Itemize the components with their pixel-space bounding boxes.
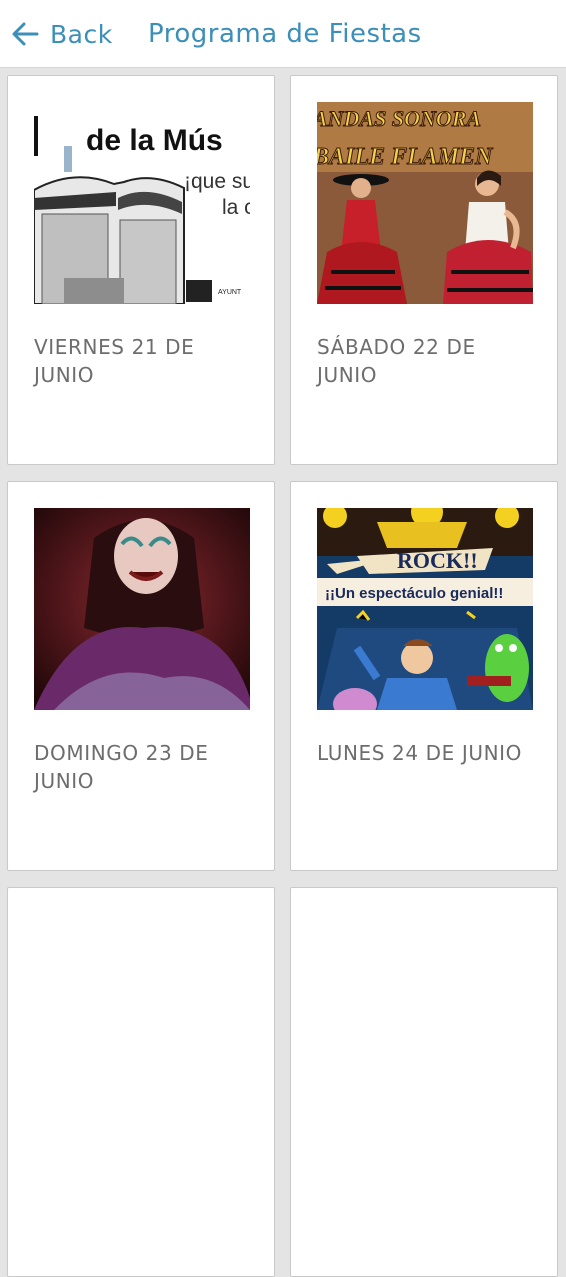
program-card-next[interactable] xyxy=(7,887,275,1277)
app-header: Back Programa de Fiestas xyxy=(0,0,566,68)
poster-image xyxy=(34,508,250,710)
program-card-sabado[interactable]: ANDAS SONORA BAILE FLAMEN SÁBADO 22 DE J… xyxy=(290,75,558,465)
card-date-label: VIERNES 21 DE JUNIO xyxy=(34,335,195,387)
program-card-viernes[interactable]: de la Mús ¡que su la c AYUNT VIERNES 21 … xyxy=(7,75,275,465)
card-date-label: LUNES 24 DE JUNIO xyxy=(317,741,522,765)
back-label: Back xyxy=(50,19,113,49)
poster-text: ROCK!! xyxy=(397,548,478,573)
poster-text: de la Mús xyxy=(86,124,223,157)
poster-text: AYUNT xyxy=(218,289,242,296)
poster-text: ¡que su xyxy=(184,170,250,193)
poster-text: ANDAS SONORA xyxy=(317,106,481,131)
poster-text: ¡¡Un espectáculo genial!! xyxy=(325,585,503,602)
poster-text: la c xyxy=(222,196,250,219)
poster-image: ROCK!! ¡¡Un espectáculo genial!! xyxy=(317,508,533,710)
card-date-label: DOMINGO 23 DE JUNIO xyxy=(34,741,209,793)
card-date-label: SÁBADO 22 DE JUNIO xyxy=(317,335,476,387)
back-button[interactable]: Back xyxy=(10,16,113,52)
arrow-left-icon xyxy=(12,22,39,46)
program-card-lunes[interactable]: ROCK!! ¡¡Un espectáculo genial!! LUNES 2… xyxy=(290,481,558,871)
poster-image: ANDAS SONORA BAILE FLAMEN xyxy=(317,102,533,304)
page-title: Programa de Fiestas xyxy=(148,19,422,49)
program-card-domingo[interactable]: DOMINGO 23 DE JUNIO xyxy=(7,481,275,871)
program-card-next[interactable] xyxy=(290,887,558,1277)
program-grid: de la Mús ¡que su la c AYUNT VIERNES 21 … xyxy=(0,68,566,1277)
poster-text: BAILE FLAMEN xyxy=(317,144,494,170)
poster-image: de la Mús ¡que su la c AYUNT xyxy=(34,102,250,304)
